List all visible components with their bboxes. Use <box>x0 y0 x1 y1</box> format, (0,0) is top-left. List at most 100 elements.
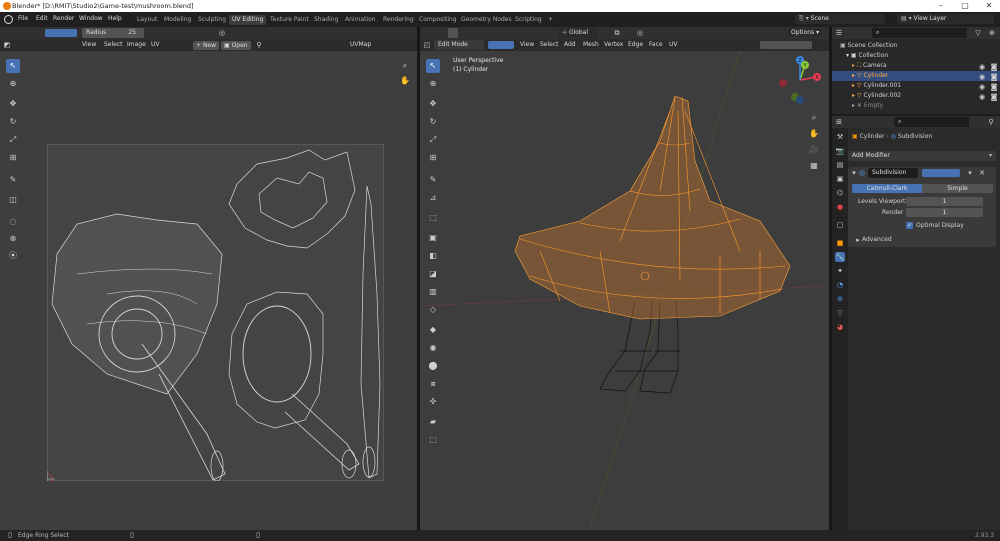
tab-uv-editing[interactable]: UV Editing <box>229 15 267 25</box>
outliner-item-cylinder-001[interactable]: ▸ ▽ Cylinder.001 <box>852 81 901 91</box>
camera-render-icon-3[interactable]: ◙ <box>990 83 998 91</box>
scene-props-icon[interactable]: ⌬ <box>835 188 845 198</box>
properties-editor-icon[interactable]: ⊞ <box>835 118 843 126</box>
open-image-button[interactable]: ▣ Open <box>221 41 251 50</box>
camera-render-icon-4[interactable]: ◙ <box>990 93 998 101</box>
viewport-menu-face[interactable]: Face <box>649 41 663 48</box>
collapse-arrow-icon[interactable]: ▾ <box>850 169 858 177</box>
camera-render-icon-2[interactable]: ◙ <box>990 73 998 81</box>
pinch-tool-icon[interactable]: ⦿ <box>6 249 20 263</box>
viewport-menu-uv[interactable]: UV <box>669 41 678 48</box>
menu-window[interactable]: Window <box>79 15 103 22</box>
select-tool-icon[interactable]: ↖ <box>6 59 20 73</box>
tab-shading[interactable]: Shading <box>311 15 341 25</box>
viewport-menu-select[interactable]: Select <box>540 41 559 48</box>
modifier-dropdown-icon[interactable]: ▾ <box>966 169 974 177</box>
viewport-shading-buttons[interactable] <box>760 41 812 49</box>
data-props-icon[interactable]: ▽ <box>835 308 845 318</box>
tab-modeling[interactable]: Modeling <box>161 15 194 25</box>
properties-pin-icon[interactable]: ⚲ <box>987 118 995 126</box>
uv-menu-uv[interactable]: UV <box>151 41 160 48</box>
viewport-area[interactable]: ⊹ Global ⧉ ◎ Options ▾ ◰ Edit Mode View … <box>420 27 829 530</box>
visibility-eye-icon-2[interactable]: ◉ <box>978 73 986 81</box>
outliner-editor-icon[interactable]: ☰ <box>835 29 843 37</box>
outliner-new-collection-icon[interactable]: ⊕ <box>988 29 996 37</box>
snap-icon[interactable]: ⧉ <box>613 29 621 37</box>
constraints-props-icon[interactable]: ⊖ <box>835 294 845 304</box>
advanced-label[interactable]: Advanced <box>862 236 892 243</box>
tab-layout[interactable]: Layout <box>134 15 160 25</box>
levels-viewport-field[interactable]: 1 <box>906 197 983 206</box>
tab-texture-paint[interactable]: Texture Paint <box>267 15 312 25</box>
viewport-scene[interactable] <box>420 51 829 530</box>
zoom-icon[interactable]: ⌕ <box>398 59 412 73</box>
output-props-icon[interactable]: ▤ <box>835 160 845 170</box>
uv-menu-select[interactable]: Select <box>104 41 123 48</box>
viewport-menu-mesh[interactable]: Mesh <box>583 41 599 48</box>
visibility-eye-icon[interactable]: ◉ <box>978 63 986 71</box>
tab-scripting[interactable]: Scripting <box>512 15 545 25</box>
scale-tool-icon[interactable]: ⤢ <box>6 133 20 147</box>
relax-tool-icon[interactable]: ⊗ <box>6 232 20 246</box>
modifier-props-icon[interactable]: 🔧 <box>835 252 845 262</box>
move-tool-icon[interactable]: ✥ <box>6 97 20 111</box>
render-levels-field[interactable]: 1 <box>906 208 983 217</box>
uv-select-mode-icons[interactable] <box>45 29 77 37</box>
viewport-menu-edge[interactable]: Edge <box>628 41 643 48</box>
grab-tool-icon[interactable]: ◌ <box>6 215 20 229</box>
tab-geometry-nodes[interactable]: Geometry Nodes <box>458 15 515 25</box>
minimize-icon[interactable]: – <box>934 1 948 11</box>
modifier-toggle-icons[interactable] <box>922 169 960 177</box>
view-layer-selector[interactable]: ▤ ▾ View Layer <box>897 14 994 24</box>
viewport-editor-type-icon[interactable]: ◰ <box>423 41 431 49</box>
filter-icon[interactable]: ▽ <box>974 29 982 37</box>
orientation-selector[interactable]: ⊹ Global <box>558 28 598 38</box>
render-props-icon[interactable]: 📷 <box>835 146 845 156</box>
rotate-tool-icon[interactable]: ↻ <box>6 115 20 129</box>
outliner-item-empty[interactable]: ▸ ✕ Empty <box>852 101 883 111</box>
outliner-item-cylinder-002[interactable]: ▸ ▽ Cylinder.002 <box>852 91 901 101</box>
viewport-menu-view[interactable]: View <box>520 41 534 48</box>
viewport-menu-add[interactable]: Add <box>564 41 576 48</box>
menu-edit[interactable]: Edit <box>36 15 48 22</box>
annotate-tool-icon[interactable]: ✎ <box>6 173 20 187</box>
view-layer-props-icon[interactable]: ▣ <box>835 174 845 184</box>
transform-tool-icon[interactable]: ⊞ <box>6 151 20 165</box>
cursor-tool-icon[interactable]: ⊕ <box>6 77 20 91</box>
menu-file[interactable]: File <box>18 15 28 22</box>
particles-props-icon[interactable]: ✦ <box>835 266 845 276</box>
catmull-clark-button[interactable]: Catmull-Clark <box>852 184 922 193</box>
material-props-icon[interactable]: ◕ <box>835 322 845 332</box>
proportional-edit-icon[interactable]: ◎ <box>636 29 644 37</box>
select-mode-buttons[interactable] <box>488 41 514 49</box>
collection-props-icon[interactable]: ▢ <box>835 220 845 230</box>
tab-animation[interactable]: Animation <box>342 15 379 25</box>
editor-type-icon[interactable]: ◩ <box>3 41 11 49</box>
outliner-scene-collection[interactable]: ▣ Scene Collection <box>840 41 897 51</box>
modifier-remove-icon[interactable]: ✕ <box>978 169 986 177</box>
pin-icon[interactable]: ⚲ <box>255 41 263 49</box>
menu-help[interactable]: Help <box>108 15 122 22</box>
visibility-eye-icon-3[interactable]: ◉ <box>978 83 986 91</box>
properties-search[interactable]: ⌕ <box>894 117 969 127</box>
mode-selector[interactable]: Edit Mode <box>434 40 484 50</box>
camera-render-icon[interactable]: ◙ <box>990 63 998 71</box>
world-props-icon[interactable]: ● <box>835 202 845 212</box>
tool-props-icon[interactable]: ⚒ <box>835 132 845 142</box>
tab-rendering[interactable]: Rendering <box>380 15 417 25</box>
pan-hand-icon[interactable]: ✋ <box>398 74 412 88</box>
advanced-expand-icon[interactable]: ▸ <box>854 236 862 244</box>
add-modifier-button[interactable]: Add Modifier ▾ <box>848 151 996 161</box>
blender-menu-icon[interactable] <box>4 15 13 24</box>
uv-menu-image[interactable]: Image <box>127 41 146 48</box>
object-props-icon[interactable]: ■ <box>835 238 845 248</box>
uv-canvas[interactable] <box>47 144 384 481</box>
proportional-icon[interactable]: ◎ <box>218 29 226 37</box>
scene-selector[interactable]: ⎘ ▾ Scene <box>795 14 885 24</box>
physics-props-icon[interactable]: ◔ <box>835 280 845 290</box>
uv-menu-view[interactable]: View <box>82 41 96 48</box>
modifier-name-field[interactable]: Subdivision <box>868 168 918 178</box>
menu-render[interactable]: Render <box>53 15 74 22</box>
tab-compositing[interactable]: Compositing <box>416 15 460 25</box>
close-icon[interactable]: ✕ <box>982 1 996 11</box>
